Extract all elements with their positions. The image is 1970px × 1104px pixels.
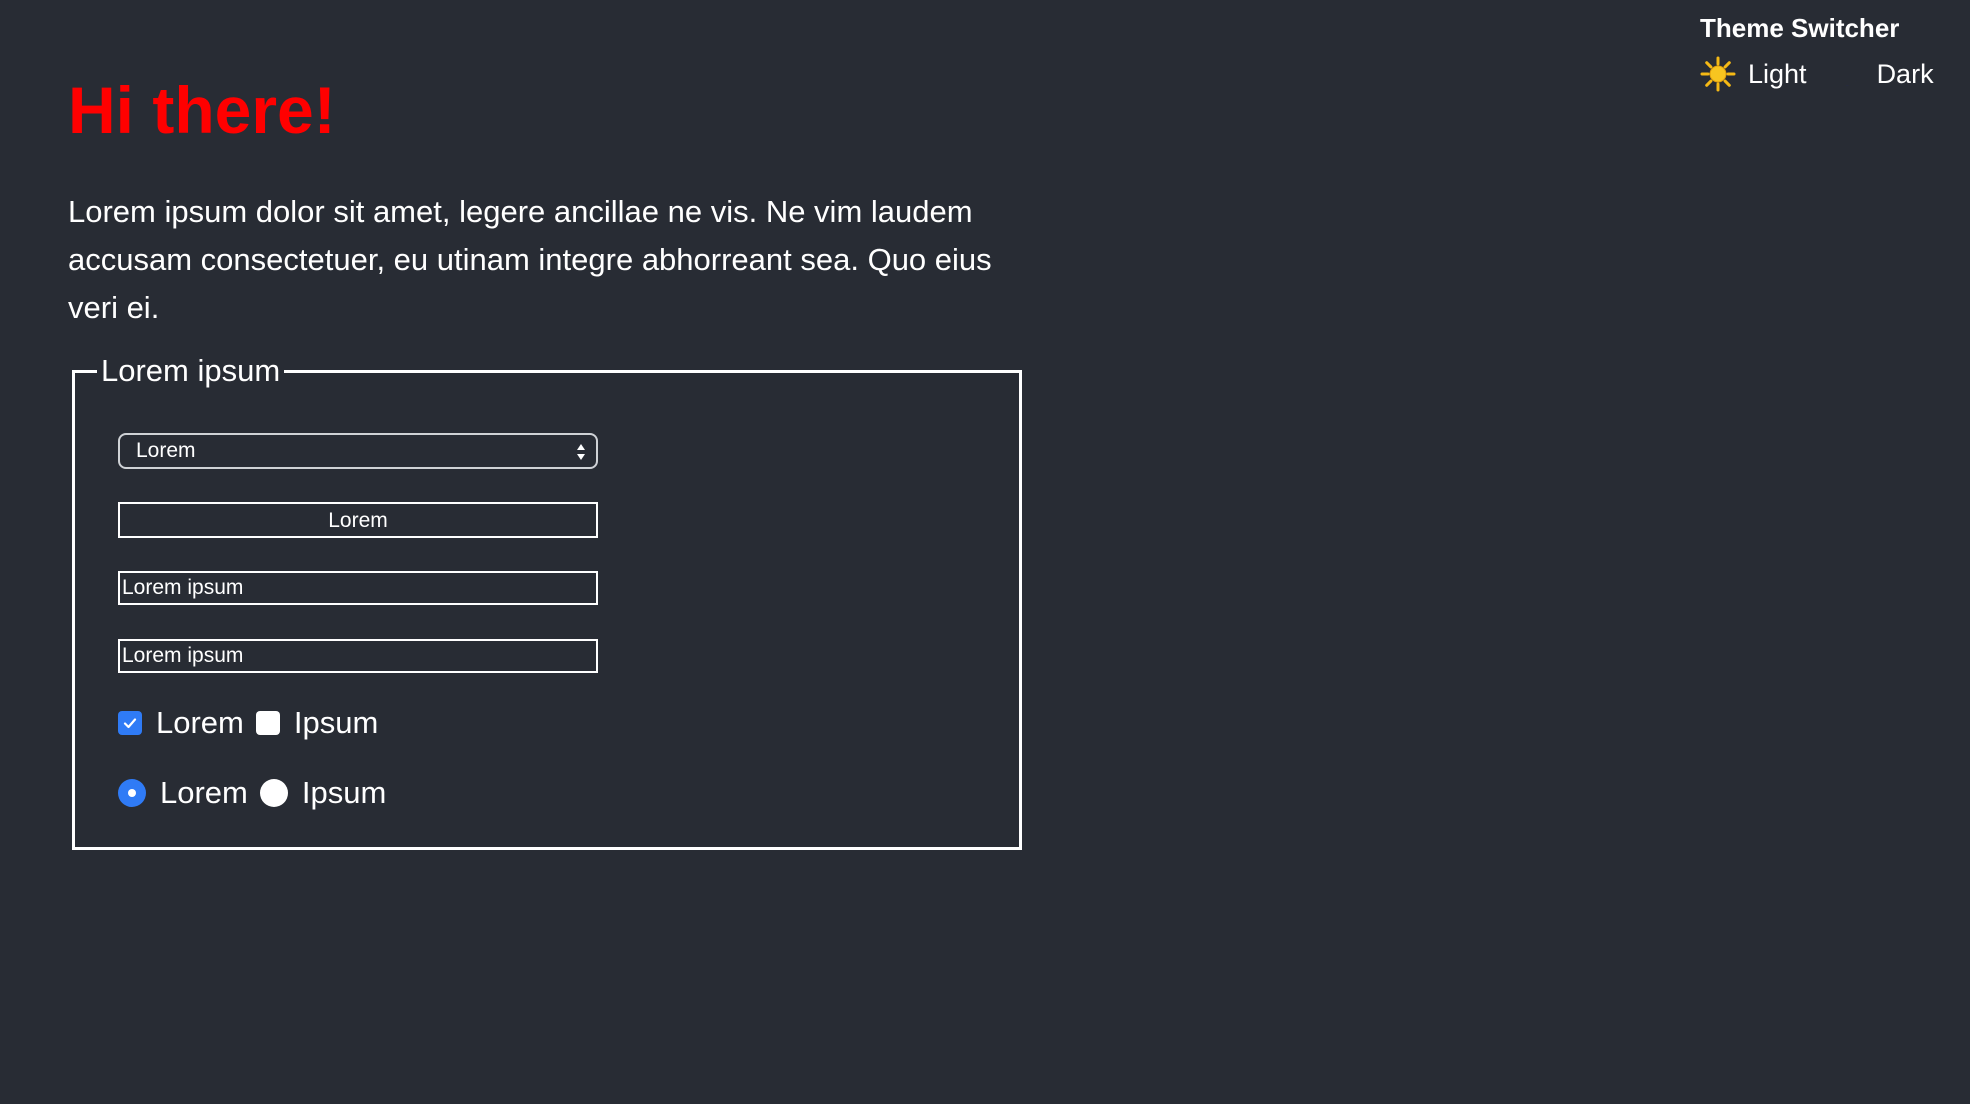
page-title: Hi there! [68, 73, 336, 147]
theme-switcher: Theme Switcher Light Dark [1700, 12, 1960, 92]
intro-paragraph: Lorem ipsum dolor sit amet, legere ancil… [68, 194, 992, 325]
text-input-1[interactable] [118, 571, 598, 605]
radio-lorem[interactable]: Lorem [118, 775, 248, 811]
theme-switcher-title: Theme Switcher [1700, 13, 1900, 43]
sun-icon [1700, 56, 1736, 92]
form-fieldset: Lorem ipsum Lorem Lorem Lorem ipsum Lore… [72, 351, 1022, 850]
radio-selected-icon[interactable] [118, 779, 146, 807]
checkbox-ipsum-label: Ipsum [293, 705, 379, 740]
lorem-button[interactable]: Lorem [118, 502, 598, 538]
theme-option-light[interactable]: Light [1700, 56, 1807, 92]
checkbox-group: Lorem Ipsum [118, 703, 390, 743]
page: Theme Switcher Light Dark Hi there! Lore… [0, 0, 1970, 1104]
checkbox-unchecked-icon[interactable] [255, 711, 280, 735]
radio-ipsum-label: Ipsum [301, 775, 387, 810]
fieldset-legend: Lorem ipsum [97, 351, 285, 391]
moon-icon [1829, 56, 1865, 92]
theme-option-dark-label: Dark [1876, 58, 1934, 89]
checkbox-ipsum[interactable]: Ipsum [255, 705, 379, 741]
checkbox-lorem[interactable]: Lorem [118, 705, 244, 741]
theme-option-dark[interactable]: Dark [1829, 56, 1934, 92]
theme-options: Light Dark [1700, 56, 1960, 92]
text-input-2[interactable] [118, 639, 598, 673]
radio-lorem-label: Lorem [160, 775, 248, 810]
theme-option-light-label: Light [1748, 58, 1807, 89]
radio-unselected-icon[interactable] [259, 779, 288, 807]
radio-group: Lorem Ipsum [118, 773, 398, 813]
radio-ipsum[interactable]: Ipsum [259, 775, 387, 811]
select-arrows-icon [574, 441, 588, 463]
checkbox-lorem-label: Lorem [156, 705, 244, 740]
checkbox-checked-icon[interactable] [118, 711, 142, 735]
lorem-select[interactable]: Lorem [118, 433, 598, 469]
select-value: Lorem [136, 439, 196, 462]
